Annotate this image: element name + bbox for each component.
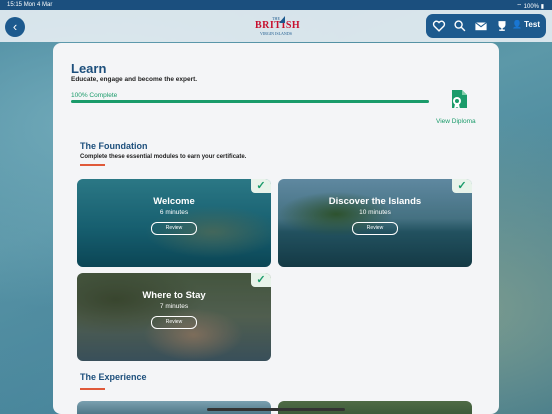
module-title: Discover the Islands: [328, 196, 422, 207]
learn-card: Learn Educate, engage and become the exp…: [53, 43, 499, 414]
progress-fill: [71, 100, 429, 103]
nav-actions: 👤 Test: [426, 14, 546, 38]
module-duration: 6 minutes: [159, 209, 189, 216]
user-name: Test: [524, 20, 540, 29]
review-button[interactable]: Review: [352, 222, 398, 235]
module-duration: 10 minutes: [359, 209, 391, 216]
page-title: Learn: [71, 61, 107, 76]
mail-icon[interactable]: [474, 19, 488, 33]
view-diploma-link[interactable]: View Diploma: [436, 118, 476, 125]
review-button[interactable]: Review: [151, 316, 197, 329]
module-title: Welcome: [153, 196, 195, 207]
section-divider: [80, 164, 105, 166]
progress-bar: [71, 100, 429, 103]
module-card-where-to-stay[interactable]: Where to Stay 7 minutes Review ✓: [77, 273, 271, 361]
module-duration: 7 minutes: [159, 303, 189, 310]
review-button[interactable]: Review: [151, 222, 197, 235]
chevron-left-icon: ‹: [12, 19, 18, 34]
page-subtitle: Educate, engage and become the expert.: [71, 76, 198, 83]
user-icon: 👤: [511, 20, 522, 29]
trophy-icon[interactable]: [495, 19, 509, 33]
module-card-welcome[interactable]: Welcome 6 minutes Review ✓: [77, 179, 271, 267]
section-title-foundation: The Foundation: [80, 141, 148, 151]
search-icon[interactable]: [453, 19, 467, 33]
module-title: Where to Stay: [142, 290, 206, 301]
progress-label: 100% Complete: [71, 92, 118, 99]
bvi-logo: THE BRITISH VIRGIN ISLANDS: [255, 16, 301, 36]
status-time: 15:15 Mon 4 Mar: [7, 2, 53, 8]
back-button[interactable]: ‹: [5, 17, 25, 37]
user-menu[interactable]: 👤 Test: [512, 20, 540, 29]
heart-icon[interactable]: [432, 19, 446, 33]
module-card-discover-the-islands[interactable]: Discover the Islands 10 minutes Review ✓: [278, 179, 472, 267]
diploma-icon[interactable]: [447, 88, 471, 112]
checkmark-icon: ✓: [251, 179, 271, 193]
status-right: ⌔ 100% ▮: [516, 2, 544, 10]
checkmark-icon: ✓: [251, 273, 271, 287]
checkmark-icon: ✓: [452, 179, 472, 193]
section-title-experience: The Experience: [80, 372, 147, 382]
status-bar: 15:15 Mon 4 Mar ⌔ 100% ▮: [0, 0, 552, 10]
section-divider: [80, 388, 105, 390]
sail-icon: [279, 16, 285, 23]
section-subtitle-foundation: Complete these essential modules to earn…: [80, 154, 247, 160]
top-nav-bar: ‹ THE BRITISH VIRGIN ISLANDS 👤 Test: [0, 10, 552, 42]
home-indicator[interactable]: [207, 408, 345, 411]
